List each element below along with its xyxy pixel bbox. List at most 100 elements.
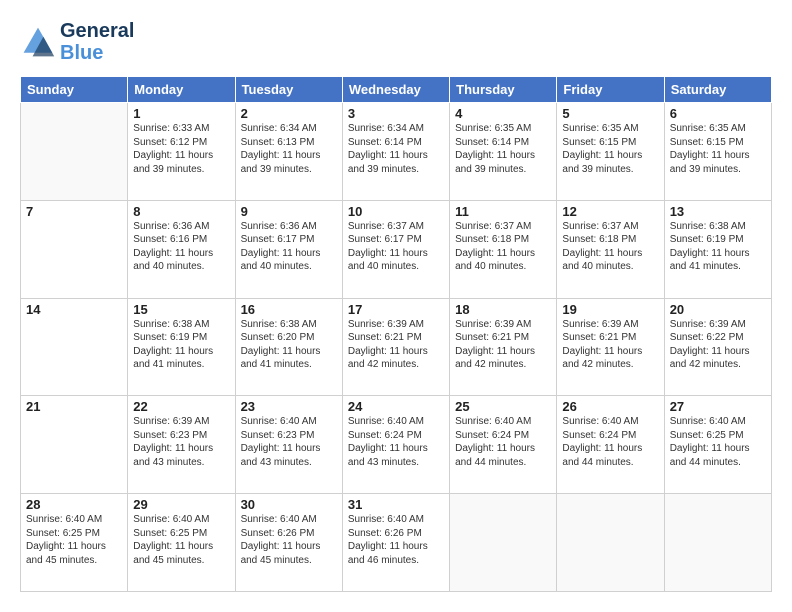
cell-info: Sunrise: 6:36 AM Sunset: 6:17 PM Dayligh… (241, 220, 337, 274)
calendar-week-5: 28Sunrise: 6:40 AM Sunset: 6:25 PM Dayli… (21, 494, 772, 592)
day-number: 9 (241, 204, 337, 219)
day-number: 28 (26, 497, 122, 512)
calendar-cell: 2Sunrise: 6:34 AM Sunset: 6:13 PM Daylig… (235, 103, 342, 201)
weekday-header-thursday: Thursday (450, 77, 557, 103)
day-number: 2 (241, 106, 337, 121)
cell-info: Sunrise: 6:40 AM Sunset: 6:24 PM Dayligh… (562, 415, 658, 469)
calendar-cell: 5Sunrise: 6:35 AM Sunset: 6:15 PM Daylig… (557, 103, 664, 201)
cell-info: Sunrise: 6:39 AM Sunset: 6:23 PM Dayligh… (133, 415, 229, 469)
calendar-header-row: SundayMondayTuesdayWednesdayThursdayFrid… (21, 77, 772, 103)
day-number: 20 (670, 302, 766, 317)
cell-info: Sunrise: 6:39 AM Sunset: 6:21 PM Dayligh… (348, 318, 444, 372)
day-number: 29 (133, 497, 229, 512)
cell-info: Sunrise: 6:39 AM Sunset: 6:21 PM Dayligh… (562, 318, 658, 372)
day-number: 27 (670, 399, 766, 414)
calendar-table: SundayMondayTuesdayWednesdayThursdayFrid… (20, 76, 772, 592)
cell-info: Sunrise: 6:34 AM Sunset: 6:13 PM Dayligh… (241, 122, 337, 176)
cell-info: Sunrise: 6:33 AM Sunset: 6:12 PM Dayligh… (133, 122, 229, 176)
logo-text-blue: Blue (60, 42, 134, 64)
calendar-cell: 7 (21, 200, 128, 298)
cell-info: Sunrise: 6:40 AM Sunset: 6:23 PM Dayligh… (241, 415, 337, 469)
calendar-week-2: 78Sunrise: 6:36 AM Sunset: 6:16 PM Dayli… (21, 200, 772, 298)
calendar-cell: 1Sunrise: 6:33 AM Sunset: 6:12 PM Daylig… (128, 103, 235, 201)
cell-info: Sunrise: 6:35 AM Sunset: 6:15 PM Dayligh… (562, 122, 658, 176)
calendar-cell: 22Sunrise: 6:39 AM Sunset: 6:23 PM Dayli… (128, 396, 235, 494)
calendar-cell: 29Sunrise: 6:40 AM Sunset: 6:25 PM Dayli… (128, 494, 235, 592)
cell-info: Sunrise: 6:34 AM Sunset: 6:14 PM Dayligh… (348, 122, 444, 176)
calendar-cell: 30Sunrise: 6:40 AM Sunset: 6:26 PM Dayli… (235, 494, 342, 592)
calendar-cell: 11Sunrise: 6:37 AM Sunset: 6:18 PM Dayli… (450, 200, 557, 298)
calendar-cell: 13Sunrise: 6:38 AM Sunset: 6:19 PM Dayli… (664, 200, 771, 298)
day-number: 6 (670, 106, 766, 121)
day-number: 15 (133, 302, 229, 317)
day-number: 18 (455, 302, 551, 317)
day-number: 17 (348, 302, 444, 317)
day-number: 19 (562, 302, 658, 317)
day-number: 25 (455, 399, 551, 414)
cell-info: Sunrise: 6:39 AM Sunset: 6:22 PM Dayligh… (670, 318, 766, 372)
calendar-cell: 28Sunrise: 6:40 AM Sunset: 6:25 PM Dayli… (21, 494, 128, 592)
cell-info: Sunrise: 6:40 AM Sunset: 6:25 PM Dayligh… (26, 513, 122, 567)
calendar-cell: 15Sunrise: 6:38 AM Sunset: 6:19 PM Dayli… (128, 298, 235, 396)
day-number: 3 (348, 106, 444, 121)
cell-info: Sunrise: 6:40 AM Sunset: 6:26 PM Dayligh… (241, 513, 337, 567)
calendar-cell (450, 494, 557, 592)
weekday-header-monday: Monday (128, 77, 235, 103)
day-number: 13 (670, 204, 766, 219)
cell-info: Sunrise: 6:35 AM Sunset: 6:14 PM Dayligh… (455, 122, 551, 176)
calendar-cell: 10Sunrise: 6:37 AM Sunset: 6:17 PM Dayli… (342, 200, 449, 298)
day-number: 14 (26, 302, 122, 317)
cell-info: Sunrise: 6:37 AM Sunset: 6:17 PM Dayligh… (348, 220, 444, 274)
calendar-cell: 4Sunrise: 6:35 AM Sunset: 6:14 PM Daylig… (450, 103, 557, 201)
cell-info: Sunrise: 6:39 AM Sunset: 6:21 PM Dayligh… (455, 318, 551, 372)
day-number: 16 (241, 302, 337, 317)
calendar-cell: 9Sunrise: 6:36 AM Sunset: 6:17 PM Daylig… (235, 200, 342, 298)
logo: General Blue (20, 20, 134, 64)
calendar-cell: 26Sunrise: 6:40 AM Sunset: 6:24 PM Dayli… (557, 396, 664, 494)
weekday-header-sunday: Sunday (21, 77, 128, 103)
day-number: 22 (133, 399, 229, 414)
cell-info: Sunrise: 6:38 AM Sunset: 6:19 PM Dayligh… (670, 220, 766, 274)
calendar-cell: 14 (21, 298, 128, 396)
calendar-cell (21, 103, 128, 201)
cell-info: Sunrise: 6:40 AM Sunset: 6:24 PM Dayligh… (348, 415, 444, 469)
day-number: 30 (241, 497, 337, 512)
cell-info: Sunrise: 6:37 AM Sunset: 6:18 PM Dayligh… (455, 220, 551, 274)
calendar-week-4: 21 22Sunrise: 6:39 AM Sunset: 6:23 PM Day… (21, 396, 772, 494)
cell-info: Sunrise: 6:35 AM Sunset: 6:15 PM Dayligh… (670, 122, 766, 176)
calendar-cell: 19Sunrise: 6:39 AM Sunset: 6:21 PM Dayli… (557, 298, 664, 396)
calendar-cell: 25Sunrise: 6:40 AM Sunset: 6:24 PM Dayli… (450, 396, 557, 494)
calendar-cell: 12Sunrise: 6:37 AM Sunset: 6:18 PM Dayli… (557, 200, 664, 298)
weekday-header-friday: Friday (557, 77, 664, 103)
day-number: 31 (348, 497, 444, 512)
calendar-week-1: 1Sunrise: 6:33 AM Sunset: 6:12 PM Daylig… (21, 103, 772, 201)
calendar-cell: 20Sunrise: 6:39 AM Sunset: 6:22 PM Dayli… (664, 298, 771, 396)
calendar-cell (664, 494, 771, 592)
calendar-cell: 6Sunrise: 6:35 AM Sunset: 6:15 PM Daylig… (664, 103, 771, 201)
day-number: 12 (562, 204, 658, 219)
logo-icon (20, 24, 56, 60)
calendar-cell: 31Sunrise: 6:40 AM Sunset: 6:26 PM Dayli… (342, 494, 449, 592)
cell-info: Sunrise: 6:37 AM Sunset: 6:18 PM Dayligh… (562, 220, 658, 274)
day-number: 21 (26, 399, 122, 414)
weekday-header-saturday: Saturday (664, 77, 771, 103)
day-number: 23 (241, 399, 337, 414)
day-number: 7 (26, 204, 122, 219)
day-number: 10 (348, 204, 444, 219)
calendar-cell: 16Sunrise: 6:38 AM Sunset: 6:20 PM Dayli… (235, 298, 342, 396)
cell-info: Sunrise: 6:38 AM Sunset: 6:20 PM Dayligh… (241, 318, 337, 372)
page-header: General Blue (20, 20, 772, 64)
day-number: 4 (455, 106, 551, 121)
calendar-cell: 24Sunrise: 6:40 AM Sunset: 6:24 PM Dayli… (342, 396, 449, 494)
cell-info: Sunrise: 6:40 AM Sunset: 6:25 PM Dayligh… (670, 415, 766, 469)
day-number: 5 (562, 106, 658, 121)
calendar-week-3: 14 15Sunrise: 6:38 AM Sunset: 6:19 PM Day… (21, 298, 772, 396)
cell-info: Sunrise: 6:40 AM Sunset: 6:26 PM Dayligh… (348, 513, 444, 567)
cell-info: Sunrise: 6:38 AM Sunset: 6:19 PM Dayligh… (133, 318, 229, 372)
calendar-cell (557, 494, 664, 592)
calendar-cell: 18Sunrise: 6:39 AM Sunset: 6:21 PM Dayli… (450, 298, 557, 396)
cell-info: Sunrise: 6:40 AM Sunset: 6:24 PM Dayligh… (455, 415, 551, 469)
cell-info: Sunrise: 6:40 AM Sunset: 6:25 PM Dayligh… (133, 513, 229, 567)
day-number: 24 (348, 399, 444, 414)
calendar-cell: 21 (21, 396, 128, 494)
